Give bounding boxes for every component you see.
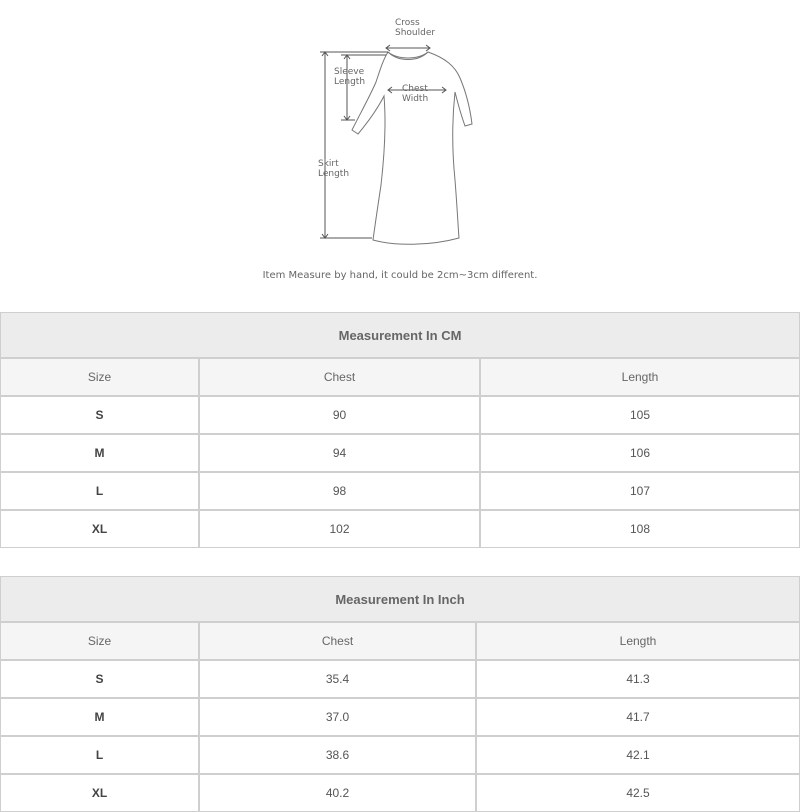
inch-table-title-row: Measurement In Inch xyxy=(0,576,800,622)
cm-table-title: Measurement In CM xyxy=(0,312,800,358)
skirt-length-label-line2: Length xyxy=(318,169,350,179)
inch-table-header-row: Size Chest Length xyxy=(0,622,800,660)
size-cell: M xyxy=(0,434,199,472)
skirt-length-label: Skirt Length xyxy=(318,159,349,179)
chest-cell: 94 xyxy=(199,434,480,472)
chest-width-label-line2: Width xyxy=(402,94,429,104)
dress-measurement-diagram: Cross Shoulder Sleeve Length Chest Width… xyxy=(0,0,800,300)
cm-table-header-row: Size Chest Length xyxy=(0,358,800,396)
table-row: XL 40.2 42.5 xyxy=(0,774,800,812)
skirt-length-label-line1: Skirt xyxy=(318,159,339,169)
cross-shoulder-label-line2: Shoulder xyxy=(395,28,436,38)
length-cell: 105 xyxy=(480,396,800,434)
chest-width-label: Chest Width xyxy=(402,84,428,104)
cm-table-title-row: Measurement In CM xyxy=(0,312,800,358)
length-cell: 106 xyxy=(480,434,800,472)
size-cell: XL xyxy=(0,774,199,812)
inch-table-title: Measurement In Inch xyxy=(0,576,800,622)
size-cell: S xyxy=(0,396,199,434)
length-cell: 108 xyxy=(480,510,800,548)
size-cell: L xyxy=(0,736,199,774)
sleeve-length-label-line1: Sleeve xyxy=(334,67,365,77)
chest-cell: 35.4 xyxy=(199,660,476,698)
cross-shoulder-label: Cross Shoulder xyxy=(395,18,435,38)
col-header-chest: Chest xyxy=(199,622,476,660)
length-cell: 107 xyxy=(480,472,800,510)
length-cell: 41.3 xyxy=(476,660,800,698)
chest-cell: 38.6 xyxy=(199,736,476,774)
table-row: S 35.4 41.3 xyxy=(0,660,800,698)
inch-size-table: Measurement In Inch Size Chest Length S … xyxy=(0,576,800,812)
chest-cell: 90 xyxy=(199,396,480,434)
length-cell: 42.5 xyxy=(476,774,800,812)
table-row: M 94 106 xyxy=(0,434,800,472)
table-row: S 90 105 xyxy=(0,396,800,434)
cm-size-table: Measurement In CM Size Chest Length S 90… xyxy=(0,312,800,548)
cross-shoulder-label-line1: Cross xyxy=(395,18,420,28)
chest-cell: 37.0 xyxy=(199,698,476,736)
table-row: L 38.6 42.1 xyxy=(0,736,800,774)
sleeve-length-label: Sleeve Length xyxy=(334,67,365,87)
col-header-size: Size xyxy=(0,622,199,660)
col-header-length: Length xyxy=(476,622,800,660)
size-cell: L xyxy=(0,472,199,510)
table-row: M 37.0 41.7 xyxy=(0,698,800,736)
col-header-size: Size xyxy=(0,358,199,396)
size-cell: M xyxy=(0,698,199,736)
chest-cell: 40.2 xyxy=(199,774,476,812)
length-cell: 41.7 xyxy=(476,698,800,736)
table-row: L 98 107 xyxy=(0,472,800,510)
sleeve-length-label-line2: Length xyxy=(334,77,366,87)
length-cell: 42.1 xyxy=(476,736,800,774)
col-header-chest: Chest xyxy=(199,358,480,396)
size-cell: XL xyxy=(0,510,199,548)
dress-outline-icon xyxy=(320,44,473,245)
size-cell: S xyxy=(0,660,199,698)
table-row: XL 102 108 xyxy=(0,510,800,548)
chest-width-label-line1: Chest xyxy=(402,84,428,94)
chest-cell: 102 xyxy=(199,510,480,548)
col-header-length: Length xyxy=(480,358,800,396)
measure-note: Item Measure by hand, it could be 2cm~3c… xyxy=(262,270,538,281)
chest-cell: 98 xyxy=(199,472,480,510)
